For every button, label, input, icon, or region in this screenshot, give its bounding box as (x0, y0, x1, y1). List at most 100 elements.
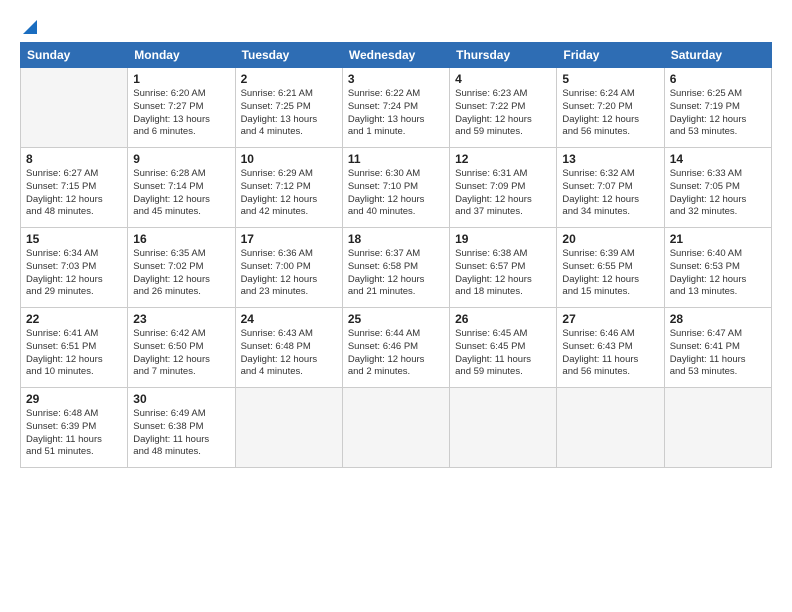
cell-info-line: and 26 minutes. (133, 286, 229, 299)
calendar-cell (664, 388, 771, 468)
cell-info-line: Sunset: 7:05 PM (670, 181, 766, 194)
cell-info-line: Sunrise: 6:41 AM (26, 328, 122, 341)
calendar-cell: 27Sunrise: 6:46 AMSunset: 6:43 PMDayligh… (557, 308, 664, 388)
weekday-header-sunday: Sunday (21, 43, 128, 68)
cell-info-line: Sunrise: 6:32 AM (562, 168, 658, 181)
cell-info-line: Sunrise: 6:38 AM (455, 248, 551, 261)
cell-info-line: Daylight: 12 hours (670, 194, 766, 207)
calendar-cell: 19 Sunrise: 6:38 AMSunset: 6:57 PMDayligh… (450, 228, 557, 308)
day-number: 23 (133, 312, 229, 326)
cell-info-line: Sunset: 6:51 PM (26, 341, 122, 354)
calendar-cell: 13Sunrise: 6:32 AMSunset: 7:07 PMDayligh… (557, 148, 664, 228)
calendar-header-row: SundayMondayTuesdayWednesdayThursdayFrid… (21, 43, 772, 68)
cell-info-line: Daylight: 12 hours (348, 354, 444, 367)
calendar-week-1: 1Sunrise: 6:20 AMSunset: 7:27 PMDaylight… (21, 68, 772, 148)
cell-info-line: and 4 minutes. (241, 126, 337, 139)
day-number: 1 (133, 72, 229, 86)
cell-info-line: and 7 minutes. (133, 366, 229, 379)
cell-info-line: Daylight: 12 hours (241, 354, 337, 367)
cell-info-line: and 59 minutes. (455, 366, 551, 379)
calendar-cell (450, 388, 557, 468)
cell-info-line: Sunrise: 6:31 AM (455, 168, 551, 181)
calendar-cell: 28Sunrise: 6:47 AMSunset: 6:41 PMDayligh… (664, 308, 771, 388)
cell-info-line: Daylight: 12 hours (670, 274, 766, 287)
cell-info-line: Sunrise: 6:23 AM (455, 88, 551, 101)
cell-info-line: Sunset: 6:38 PM (133, 421, 229, 434)
cell-info-line: and 51 minutes. (26, 446, 122, 459)
cell-info-line: Daylight: 12 hours (26, 274, 122, 287)
cell-info-line: and 29 minutes. (26, 286, 122, 299)
calendar-cell: 15Sunrise: 6:34 AMSunset: 7:03 PMDayligh… (21, 228, 128, 308)
day-number: 6 (670, 72, 766, 86)
cell-info-line: Daylight: 12 hours (26, 194, 122, 207)
cell-info-line: Daylight: 12 hours (455, 194, 551, 207)
calendar-cell: 2Sunrise: 6:21 AMSunset: 7:25 PMDaylight… (235, 68, 342, 148)
cell-info-line: Sunrise: 6:46 AM (562, 328, 658, 341)
cell-info-line: Sunrise: 6:40 AM (670, 248, 766, 261)
cell-info-line: and 13 minutes. (670, 286, 766, 299)
calendar-cell: 4Sunrise: 6:23 AMSunset: 7:22 PMDaylight… (450, 68, 557, 148)
calendar-cell: 21Sunrise: 6:40 AMSunset: 6:53 PMDayligh… (664, 228, 771, 308)
cell-info-line: Daylight: 12 hours (133, 274, 229, 287)
day-number: 8 (26, 152, 122, 166)
cell-info-line: Daylight: 12 hours (133, 354, 229, 367)
cell-info-line: Sunrise: 6:49 AM (133, 408, 229, 421)
calendar-cell: 6Sunrise: 6:25 AMSunset: 7:19 PMDaylight… (664, 68, 771, 148)
calendar-cell: 10Sunrise: 6:29 AMSunset: 7:12 PMDayligh… (235, 148, 342, 228)
cell-info-line: Daylight: 12 hours (562, 274, 658, 287)
cell-info-line: Sunrise: 6:34 AM (26, 248, 122, 261)
calendar-cell: 9Sunrise: 6:28 AMSunset: 7:14 PMDaylight… (128, 148, 235, 228)
cell-info-line: and 56 minutes. (562, 366, 658, 379)
calendar-cell: 1Sunrise: 6:20 AMSunset: 7:27 PMDaylight… (128, 68, 235, 148)
day-number: 16 (133, 232, 229, 246)
cell-info-line: and 2 minutes. (348, 366, 444, 379)
day-number: 5 (562, 72, 658, 86)
cell-info-line: Daylight: 12 hours (241, 274, 337, 287)
weekday-header-thursday: Thursday (450, 43, 557, 68)
day-number: 12 (455, 152, 551, 166)
cell-info-line: Sunset: 6:57 PM (455, 261, 551, 274)
cell-info-line: and 23 minutes. (241, 286, 337, 299)
cell-info-line: and 21 minutes. (348, 286, 444, 299)
cell-info-line: Sunset: 6:55 PM (562, 261, 658, 274)
cell-info-line: Sunset: 6:39 PM (26, 421, 122, 434)
calendar-cell: 30Sunrise: 6:49 AMSunset: 6:38 PMDayligh… (128, 388, 235, 468)
day-number: 22 (26, 312, 122, 326)
calendar-cell (21, 68, 128, 148)
day-number: 26 (455, 312, 551, 326)
cell-info-line: Daylight: 12 hours (562, 114, 658, 127)
day-number: 20 (562, 232, 658, 246)
cell-info-line: Sunrise: 6:29 AM (241, 168, 337, 181)
cell-info-line: Daylight: 13 hours (348, 114, 444, 127)
day-number: 4 (455, 72, 551, 86)
cell-info-line: Sunset: 6:41 PM (670, 341, 766, 354)
logo (20, 18, 40, 32)
cell-info-line: Sunset: 6:50 PM (133, 341, 229, 354)
cell-info-line: and 34 minutes. (562, 206, 658, 219)
calendar-cell: 26Sunrise: 6:45 AMSunset: 6:45 PMDayligh… (450, 308, 557, 388)
cell-info-line: and 48 minutes. (133, 446, 229, 459)
logo-triangle-icon (21, 18, 39, 36)
calendar-week-3: 15Sunrise: 6:34 AMSunset: 7:03 PMDayligh… (21, 228, 772, 308)
cell-info-line: Sunrise: 6:25 AM (670, 88, 766, 101)
cell-info-line: and 1 minute. (348, 126, 444, 139)
cell-info-line: Sunset: 7:20 PM (562, 101, 658, 114)
cell-info-line: Daylight: 12 hours (133, 194, 229, 207)
day-number: 19 (455, 232, 551, 246)
day-number: 2 (241, 72, 337, 86)
calendar-cell: 8Sunrise: 6:27 AMSunset: 7:15 PMDaylight… (21, 148, 128, 228)
cell-info-line: Sunrise: 6:24 AM (562, 88, 658, 101)
cell-info-line: Sunset: 7:25 PM (241, 101, 337, 114)
cell-info-line: Sunset: 7:22 PM (455, 101, 551, 114)
cell-info-line: Sunrise: 6:36 AM (241, 248, 337, 261)
calendar-cell: 3Sunrise: 6:22 AMSunset: 7:24 PMDaylight… (342, 68, 449, 148)
cell-info-line: Daylight: 12 hours (455, 274, 551, 287)
cell-info-line: and 42 minutes. (241, 206, 337, 219)
calendar-week-5: 29Sunrise: 6:48 AMSunset: 6:39 PMDayligh… (21, 388, 772, 468)
page-header (20, 18, 772, 32)
calendar-week-2: 8Sunrise: 6:27 AMSunset: 7:15 PMDaylight… (21, 148, 772, 228)
calendar-cell (557, 388, 664, 468)
day-number: 24 (241, 312, 337, 326)
cell-info-line: Sunrise: 6:47 AM (670, 328, 766, 341)
day-number: 27 (562, 312, 658, 326)
